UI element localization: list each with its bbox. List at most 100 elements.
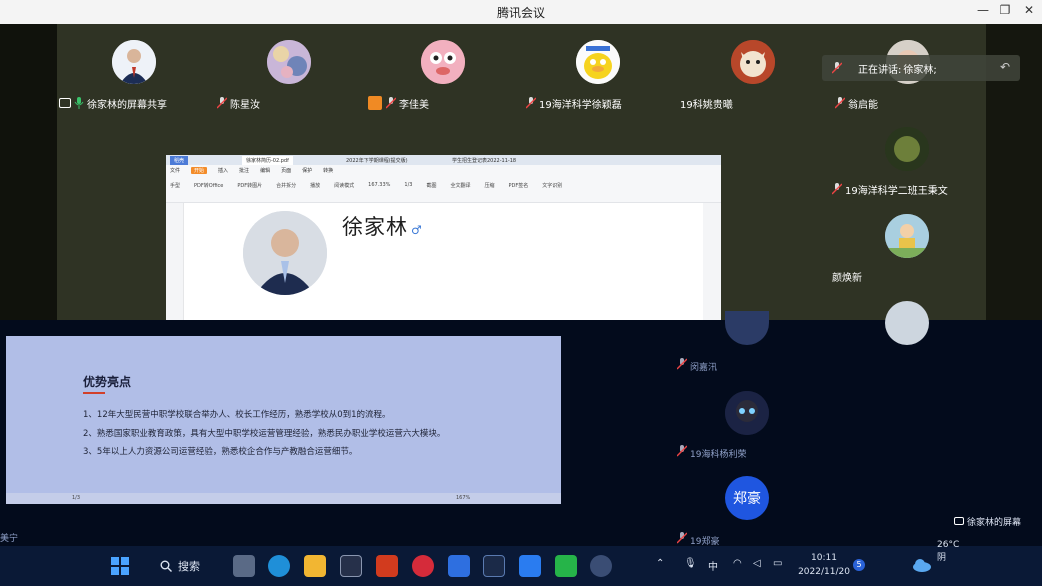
tool-pdf-sign[interactable]: PDF签名 <box>509 182 529 189</box>
participant-tile[interactable]: 李佳美 <box>366 40 476 120</box>
tool-pdf-to-image[interactable]: PDF转图片 <box>237 182 262 189</box>
wifi-icon[interactable]: ◠ <box>733 558 742 569</box>
menu-file[interactable]: 文件 <box>170 167 180 174</box>
screen-share-icon <box>954 517 964 525</box>
avatar <box>885 301 929 345</box>
tool-reading-mode[interactable]: 阅读模式 <box>334 182 354 189</box>
participant-name: 徐家林的屏幕 <box>967 518 1022 528</box>
close-button[interactable]: ✕ <box>1020 3 1038 21</box>
battery-icon[interactable]: ▭ <box>773 558 782 569</box>
task-view-icon[interactable] <box>233 555 255 577</box>
participant-namebar: 闵嘉汛 <box>677 358 717 373</box>
file-explorer-icon[interactable] <box>304 555 326 577</box>
participant-name: 19科姚贵曦 <box>680 99 733 111</box>
pdf-menu: 文件 开始 插入 批注 编辑 页面 保护 转换 <box>170 167 333 174</box>
page-indicator[interactable]: 1/3 <box>404 182 412 189</box>
male-icon: ♂ <box>411 223 423 237</box>
avatar <box>421 40 465 84</box>
pdf-ribbon: 文件 开始 插入 批注 编辑 页面 保护 转换 手型 PDF转Office PD… <box>166 165 721 203</box>
menu-insert[interactable]: 插入 <box>218 167 228 174</box>
weather-widget[interactable]: 26°C 阴 <box>937 540 959 563</box>
mic-muted-icon <box>677 445 687 457</box>
clock-date: 2022/11/20 <box>798 567 850 577</box>
mic-on-icon <box>74 97 84 109</box>
participant-tile[interactable]: 徐家林的屏幕共享 <box>55 40 167 120</box>
resume-photo <box>243 211 327 295</box>
edge-browser-icon[interactable] <box>268 555 290 577</box>
settings-icon[interactable] <box>590 555 612 577</box>
menu-edit[interactable]: 编辑 <box>260 167 270 174</box>
avatar <box>731 40 775 84</box>
taskbar-search[interactable]: 搜索 <box>160 558 200 574</box>
participant-namebar: 19郑豪 <box>677 532 719 546</box>
clock[interactable]: 10:11 2022/11/20 <box>795 551 853 579</box>
feishu-icon[interactable] <box>448 555 470 577</box>
menu-comment[interactable]: 批注 <box>239 167 249 174</box>
tool-compress[interactable]: 压缩 <box>484 182 494 189</box>
avatar <box>267 40 311 84</box>
status-page: 1/3 <box>72 495 81 501</box>
speaking-label: 正在讲话: <box>858 64 902 76</box>
store-icon[interactable] <box>340 555 362 577</box>
participant-tile[interactable]: 19海洋科学徐颖磊 <box>522 40 632 120</box>
participant-tile[interactable]: 颜焕新 <box>832 214 982 284</box>
tab-course[interactable]: 2022年下学期课程(提交版) <box>342 156 412 165</box>
heading-underline <box>83 392 105 394</box>
mic-tray-icon[interactable]: 🎙 <box>684 558 697 569</box>
wechat-icon[interactable] <box>555 555 577 577</box>
mic-muted-icon <box>832 183 842 195</box>
tab-docer[interactable]: 稻壳 <box>170 156 189 165</box>
menu-home[interactable]: 开始 <box>191 167 208 174</box>
steam-icon[interactable] <box>483 555 505 577</box>
participant-tile[interactable]: 19海洋科学二班王秉文 <box>832 127 982 197</box>
pdf-left-sidebar <box>166 203 184 320</box>
office-icon[interactable] <box>376 555 398 577</box>
ime-indicator[interactable]: 中 <box>708 558 718 573</box>
tool-screenshot[interactable]: 截图 <box>426 182 436 189</box>
notification-badge[interactable]: 5 <box>853 559 865 571</box>
speaking-name: 徐家林; <box>903 64 937 76</box>
tool-hand[interactable]: 手型 <box>170 182 180 189</box>
resume-name-text: 徐家林 <box>342 215 408 239</box>
tool-merge-split[interactable]: 合并拆分 <box>276 182 296 189</box>
tool-pdf-to-office[interactable]: PDF转Office <box>194 182 223 189</box>
weather-desc: 阴 <box>937 553 947 563</box>
highlight-item: 2、熟悉国家职业教育政策，具有大型中职学校运营管理经验，熟悉民办职业学校运营六大… <box>83 429 446 439</box>
highlight-item: 1、12年大型民营中职学校联合举办人、校长工作经历，熟悉学校从0到1的流程。 <box>83 410 391 420</box>
mic-muted-icon <box>217 97 227 109</box>
minimize-button[interactable]: — <box>974 3 992 21</box>
music-app-icon[interactable] <box>412 555 434 577</box>
participant-namebar: 颜焕新 <box>832 268 862 284</box>
menu-convert[interactable]: 转换 <box>323 167 333 174</box>
participant-name: 19海洋科学二班王秉文 <box>845 185 948 197</box>
participant-name: 翁启能 <box>848 99 878 111</box>
tool-translate[interactable]: 全文翻译 <box>450 182 470 189</box>
shared-screen-resume-section: 优势亮点 1、12年大型民营中职学校联合举办人、校长工作经历，熟悉学校从0到1的… <box>6 336 561 504</box>
tab-registration[interactable]: 学生招生登记表2022-11-18 <box>448 156 520 165</box>
participant-name: 徐家林的屏幕共享 <box>87 99 167 111</box>
participant-gallery: 徐家林的屏幕共享 陈星汝 李佳美 19海洋科学徐颖磊 19科姚贵曦 翁启能 正在… <box>0 24 1042 345</box>
tencent-meeting-icon[interactable] <box>519 555 541 577</box>
participant-namebar: 19科姚贵曦 <box>680 95 733 111</box>
avatar <box>112 40 156 84</box>
status-zoom: 167% <box>456 495 471 501</box>
pdf-right-sidebar <box>703 203 721 320</box>
participant-name: 闵嘉汛 <box>690 363 718 373</box>
tab-resume-pdf[interactable]: 徐家林简历-02.pdf <box>242 156 293 165</box>
menu-page[interactable]: 页面 <box>281 167 291 174</box>
restore-button[interactable]: ❐ <box>996 3 1014 21</box>
start-icon[interactable] <box>111 557 129 575</box>
tool-ocr[interactable]: 文字识别 <box>542 182 562 189</box>
participant-tile[interactable]: 19科姚贵曦 <box>677 40 787 120</box>
participant-name: 19郑豪 <box>690 537 720 546</box>
participant-tile[interactable]: 陈星汝 <box>213 40 323 120</box>
chevron-up-icon[interactable]: ⌃ <box>656 558 664 569</box>
menu-protect[interactable]: 保护 <box>302 167 312 174</box>
tool-play[interactable]: 播放 <box>310 182 320 189</box>
zoom-level[interactable]: 167.33% <box>368 182 390 189</box>
clock-time: 10:11 <box>811 553 837 563</box>
participant-name: 19海洋科学徐颖磊 <box>539 99 622 111</box>
participant-namebar: 徐家林的屏幕共享 <box>59 95 167 111</box>
volume-icon[interactable]: ◁ <box>753 558 761 569</box>
collapse-icon[interactable]: ↶ <box>1000 60 1010 74</box>
